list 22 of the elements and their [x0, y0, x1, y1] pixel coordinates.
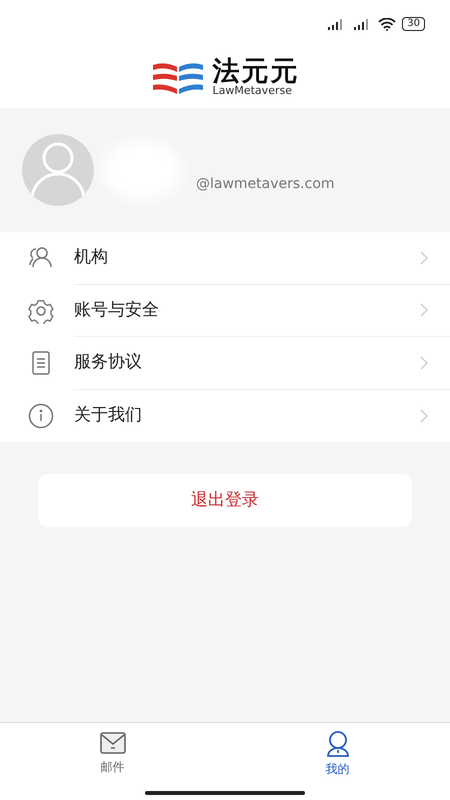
info-icon [28, 402, 54, 429]
logout-button[interactable]: 退出登录 [38, 474, 412, 527]
menu-item[interactable]: 账号与安全 [74, 298, 420, 323]
menu-item[interactable]: 关于我们 [74, 403, 420, 428]
battery-indicator: 30 [402, 17, 425, 31]
email-text: @lawmetavers.com [196, 174, 335, 194]
person-icon [326, 731, 350, 757]
tab-mail[interactable]: 邮件 [0, 723, 225, 800]
mail-icon [100, 731, 126, 755]
menu-item[interactable]: 服务协议 [74, 350, 420, 376]
chevron-icon [420, 408, 428, 423]
wifi-icon [378, 18, 396, 30]
tab-profile[interactable]: 我的 [225, 723, 450, 800]
menu-item[interactable]: 机构 [74, 245, 420, 270]
chevron-icon [420, 356, 428, 370]
logo-title: 法元元 [212, 58, 300, 86]
settings-icon [28, 298, 54, 324]
logo-subtitle: LawMetaverse [212, 85, 293, 98]
chevron-icon [420, 250, 428, 265]
logo-icon [150, 61, 204, 95]
chevron-icon [420, 303, 428, 318]
avatar-icon [22, 134, 94, 206]
